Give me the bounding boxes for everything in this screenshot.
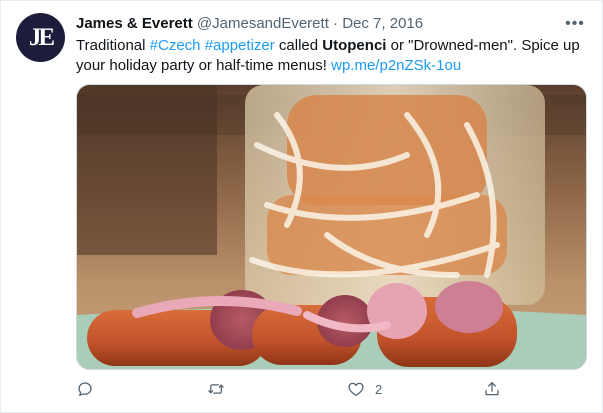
- hashtag-appetizer[interactable]: #appetizer: [205, 37, 275, 54]
- retweet-button[interactable]: [207, 377, 225, 401]
- tweet-text: Traditional #Czech #appetizer called Uto…: [76, 36, 586, 76]
- avatar[interactable]: JE: [16, 13, 65, 62]
- retweet-icon: [208, 384, 224, 394]
- text-middle: called: [274, 37, 323, 54]
- avatar-initials: JE: [28, 23, 55, 51]
- author-name[interactable]: James & Everett: [76, 15, 193, 32]
- tweet-photo[interactable]: [76, 84, 587, 370]
- text-prefix: Traditional: [76, 37, 150, 54]
- more-horizontal-icon: •••: [565, 15, 585, 32]
- tweet-actions: 2: [76, 377, 586, 401]
- share-icon: [485, 381, 499, 396]
- hashtag-czech[interactable]: #Czech: [150, 37, 201, 54]
- author-handle[interactable]: @JamesandEverett: [197, 15, 329, 32]
- tweet-date[interactable]: Dec 7, 2016: [342, 15, 423, 32]
- heart-icon: [348, 382, 364, 397]
- reply-button[interactable]: [76, 377, 94, 401]
- tweet-header: James & Everett @JamesandEverett · Dec 7…: [76, 14, 423, 34]
- like-count: 2: [375, 381, 383, 397]
- tweet-link[interactable]: wp.me/p2nZSk-1ou: [331, 57, 461, 74]
- like-button[interactable]: 2: [347, 377, 382, 401]
- share-button[interactable]: [483, 377, 501, 401]
- more-options-button[interactable]: •••: [563, 15, 587, 33]
- text-bold-utopenci: Utopenci: [322, 37, 387, 54]
- reply-icon: [78, 382, 92, 397]
- food-photo-illustration: [77, 85, 586, 369]
- tweet-card[interactable]: JE James & Everett @JamesandEverett · De…: [0, 0, 603, 413]
- separator-dot: ·: [333, 15, 339, 32]
